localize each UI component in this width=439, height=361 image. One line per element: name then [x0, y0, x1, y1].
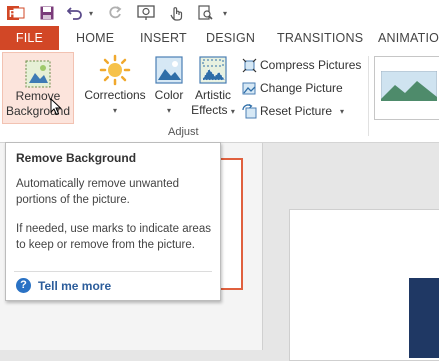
picture-style-thumbnail[interactable] [381, 71, 437, 101]
reset-picture-label: Reset Picture [260, 104, 333, 118]
tab-file[interactable]: FILE [0, 26, 59, 50]
ribbon-picture-format: Remove Background Corrections ▾ Color ▾ … [0, 50, 439, 143]
undo-icon[interactable] [66, 3, 84, 23]
slideshow-icon[interactable] [136, 3, 156, 23]
undo-dropdown-icon[interactable]: ▾ [86, 3, 96, 23]
remove-background-tooltip: Remove Background Automatically remove u… [5, 142, 221, 301]
reset-picture-icon [242, 103, 257, 118]
tab-transitions[interactable]: TRANSITIONS [277, 26, 363, 50]
color-button[interactable]: Color ▾ [150, 52, 188, 118]
change-picture-label: Change Picture [260, 81, 343, 95]
powerpoint-app-icon[interactable]: P [6, 3, 26, 23]
tab-design[interactable]: DESIGN [206, 26, 255, 50]
remove-background-label-line1: Remove [15, 89, 61, 103]
tooltip-description: Automatically remove unwanted portions o… [16, 178, 179, 206]
tab-insert[interactable]: INSERT [140, 26, 187, 50]
customize-qat-icon[interactable]: ▾ [220, 3, 230, 23]
corrections-dropdown-icon: ▾ [112, 106, 117, 115]
color-label: Color [154, 88, 184, 102]
touch-mode-icon[interactable] [166, 3, 186, 23]
artistic-effects-icon [188, 52, 238, 88]
tab-home[interactable]: HOME [76, 26, 114, 50]
picture-styles-gallery[interactable] [374, 56, 439, 120]
change-picture-icon [242, 82, 256, 94]
compress-pictures-label: Compress Pictures [260, 58, 362, 72]
quick-access-toolbar: P ▾ ▾ [0, 0, 439, 26]
print-preview-icon[interactable] [196, 3, 216, 23]
tell-me-more-link[interactable]: ? Tell me more [16, 278, 111, 293]
corrections-sun-icon [80, 52, 150, 88]
ribbon-tabs: FILE HOME INSERT DESIGN TRANSITIONS ANIM… [0, 26, 439, 50]
artistic-effects-dropdown-icon: ▾ [230, 107, 235, 116]
remove-background-label-line2: Background [5, 104, 71, 118]
tell-me-more-label: Tell me more [38, 278, 112, 293]
compress-pictures-icon [242, 58, 257, 72]
corrections-button[interactable]: Corrections ▾ [80, 52, 150, 118]
artistic-effects-label-line2: Effects ▾ [188, 103, 238, 119]
tooltip-hint: If needed, use marks to indicate areas t… [16, 223, 211, 251]
remove-background-button[interactable]: Remove Background [2, 52, 74, 124]
save-icon[interactable] [38, 3, 56, 23]
slide-image-region[interactable] [409, 278, 439, 358]
tooltip-divider [14, 271, 212, 272]
artistic-effects-label-line1: Artistic [195, 88, 231, 102]
help-icon: ? [16, 278, 31, 293]
reset-picture-button[interactable]: Reset Picture ▾ [242, 100, 344, 122]
redo-icon[interactable] [106, 3, 124, 23]
mouse-cursor-icon [50, 98, 62, 116]
reset-picture-dropdown-icon[interactable]: ▾ [340, 107, 344, 116]
tooltip-title: Remove Background [16, 151, 137, 165]
remove-background-icon [3, 53, 73, 89]
tab-animations[interactable]: ANIMATIONS [378, 26, 439, 50]
color-picture-icon [150, 52, 188, 88]
artistic-effects-button[interactable]: Artistic Effects ▾ [188, 52, 238, 119]
corrections-label: Corrections [84, 88, 146, 102]
change-picture-button[interactable]: Change Picture [242, 77, 343, 99]
color-dropdown-icon: ▾ [166, 106, 171, 115]
adjust-group-label: Adjust [168, 126, 199, 138]
svg-text:P: P [9, 9, 16, 20]
compress-pictures-button[interactable]: Compress Pictures [242, 54, 361, 76]
artistic-effects-label-text: Effects [191, 103, 228, 117]
group-separator [368, 56, 369, 136]
